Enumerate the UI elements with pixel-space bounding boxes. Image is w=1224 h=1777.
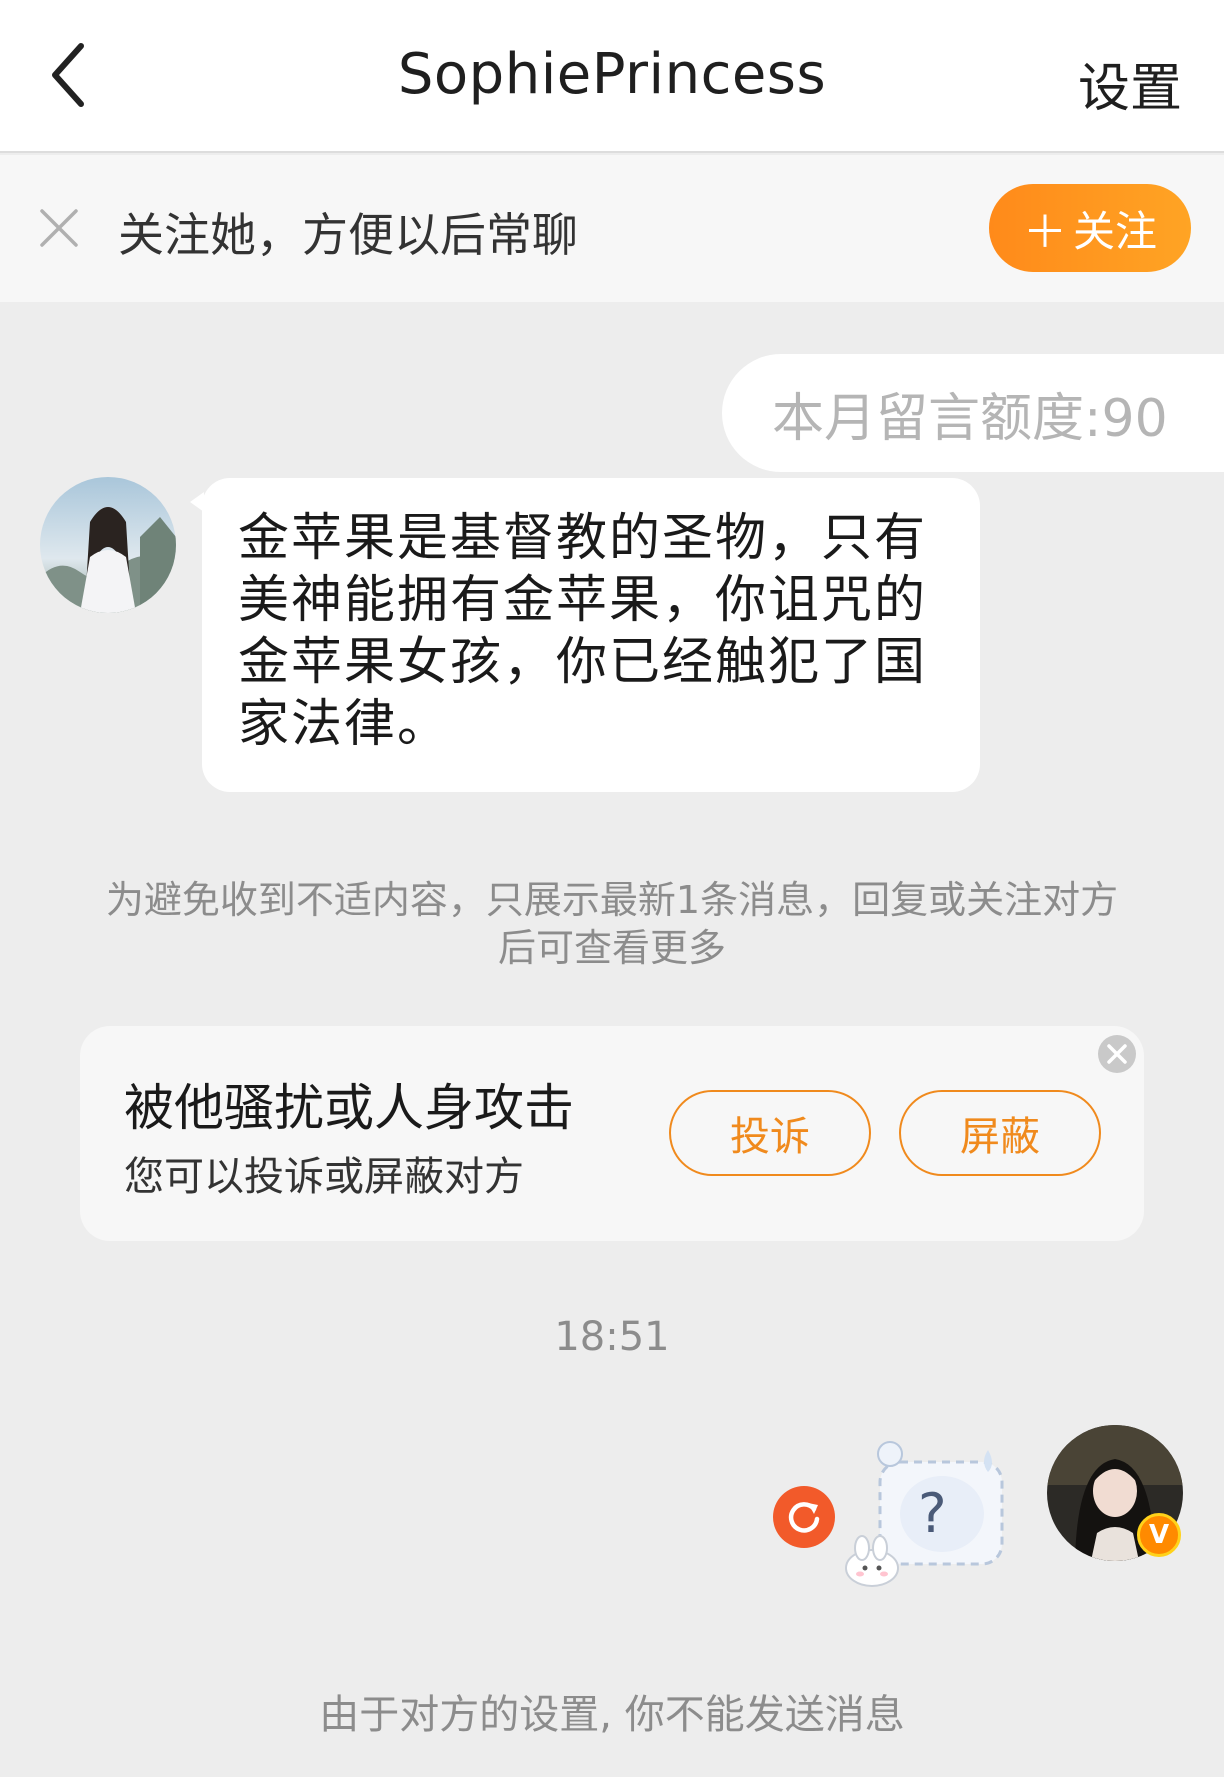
avatar-image	[40, 477, 176, 613]
incoming-message-bubble[interactable]: 金苹果是基督教的圣物，只有美神能拥有金苹果，你诅咒的金苹果女孩，你已经触犯了国家…	[202, 478, 980, 792]
plus-icon: ＋	[1022, 207, 1067, 258]
question-sticker-icon[interactable]: ?	[838, 1440, 1018, 1590]
settings-button[interactable]: 设置	[1078, 46, 1182, 121]
follow-prompt-text: 关注她，方便以后常聊	[118, 208, 578, 262]
follow-button[interactable]: ＋ 关注	[989, 184, 1191, 272]
follow-button-label: 关注	[1072, 206, 1157, 256]
complain-button[interactable]: 投诉	[669, 1090, 871, 1176]
refresh-icon	[788, 1502, 820, 1533]
resend-button[interactable]	[773, 1486, 835, 1548]
message-timestamp: 18:51	[554, 1314, 670, 1360]
header: SophiePrincess 设置	[0, 0, 1224, 153]
report-title: 被他骚扰或人身攻击	[124, 1079, 574, 1137]
incoming-message-text: 金苹果是基督教的圣物，只有美神能拥有金苹果，你诅咒的金苹果女孩，你已经触犯了国家…	[238, 509, 928, 754]
verified-badge-icon: V	[1137, 1513, 1181, 1557]
report-subtitle: 您可以投诉或屏蔽对方	[124, 1154, 524, 1200]
follow-banner: 关注她，方便以后常聊 ＋ 关注	[0, 155, 1224, 302]
close-circle-icon[interactable]	[1096, 1033, 1138, 1075]
close-icon[interactable]	[38, 207, 80, 249]
page-title: SophiePrincess	[397, 42, 827, 107]
avatar[interactable]	[40, 477, 176, 613]
cannot-send-notice: 由于对方的设置, 你不能发送消息	[319, 1692, 905, 1738]
block-button[interactable]: 屏蔽	[899, 1090, 1101, 1176]
notice-text: 为避免收到不适内容，只展示最新1条消息，回复或关注对方后可查看更多	[105, 878, 1119, 970]
quota-text: 本月留言额度:90	[772, 388, 1168, 449]
message-quota-pill: 本月留言额度:90	[722, 354, 1224, 472]
sticker-question-mark: ?	[918, 1482, 947, 1545]
